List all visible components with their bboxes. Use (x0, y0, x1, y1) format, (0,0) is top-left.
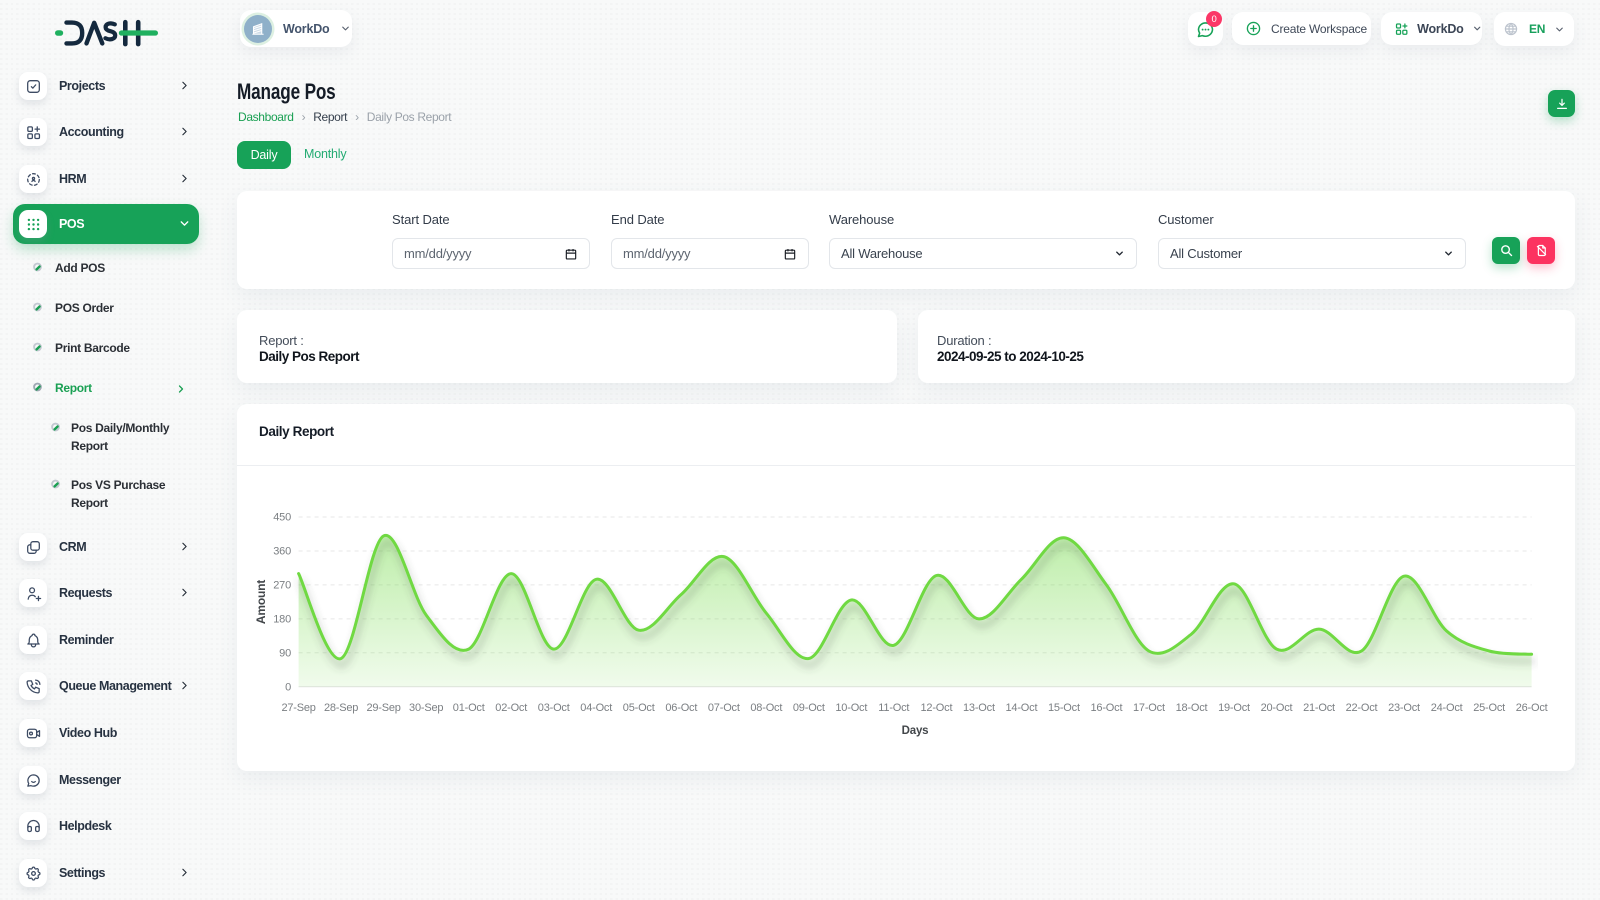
svg-text:06-Oct: 06-Oct (665, 702, 697, 714)
svg-text:22-Oct: 22-Oct (1346, 702, 1378, 714)
svg-text:12-Oct: 12-Oct (920, 702, 952, 714)
svg-text:09-Oct: 09-Oct (793, 702, 825, 714)
svg-text:28-Sep: 28-Sep (324, 702, 358, 714)
svg-text:21-Oct: 21-Oct (1303, 702, 1335, 714)
svg-text:16-Oct: 16-Oct (1090, 702, 1122, 714)
svg-text:29-Sep: 29-Sep (366, 702, 400, 714)
svg-text:08-Oct: 08-Oct (750, 702, 782, 714)
svg-text:18-Oct: 18-Oct (1176, 702, 1208, 714)
svg-text:15-Oct: 15-Oct (1048, 702, 1080, 714)
svg-text:13-Oct: 13-Oct (963, 702, 995, 714)
svg-text:10-Oct: 10-Oct (835, 702, 867, 714)
svg-text:11-Oct: 11-Oct (878, 702, 909, 714)
svg-text:27-Sep: 27-Sep (281, 702, 315, 714)
svg-text:20-Oct: 20-Oct (1261, 702, 1293, 714)
svg-text:Days: Days (902, 725, 929, 737)
svg-text:25-Oct: 25-Oct (1473, 702, 1505, 714)
svg-text:26-Oct: 26-Oct (1516, 702, 1548, 714)
svg-text:450: 450 (273, 512, 291, 524)
svg-text:180: 180 (273, 613, 291, 625)
svg-text:90: 90 (279, 647, 291, 659)
svg-text:04-Oct: 04-Oct (580, 702, 612, 714)
svg-text:07-Oct: 07-Oct (708, 702, 740, 714)
svg-text:0: 0 (285, 681, 291, 693)
svg-text:03-Oct: 03-Oct (538, 702, 570, 714)
svg-text:23-Oct: 23-Oct (1388, 702, 1420, 714)
svg-text:270: 270 (273, 579, 291, 591)
svg-text:30-Sep: 30-Sep (409, 702, 443, 714)
svg-text:19-Oct: 19-Oct (1218, 702, 1250, 714)
svg-text:24-Oct: 24-Oct (1431, 702, 1463, 714)
svg-text:17-Oct: 17-Oct (1133, 702, 1165, 714)
svg-text:05-Oct: 05-Oct (623, 702, 655, 714)
svg-text:14-Oct: 14-Oct (1005, 702, 1037, 714)
svg-text:02-Oct: 02-Oct (495, 702, 527, 714)
svg-text:Amount: Amount (254, 580, 268, 624)
svg-text:01-Oct: 01-Oct (453, 702, 485, 714)
svg-text:360: 360 (273, 546, 291, 558)
